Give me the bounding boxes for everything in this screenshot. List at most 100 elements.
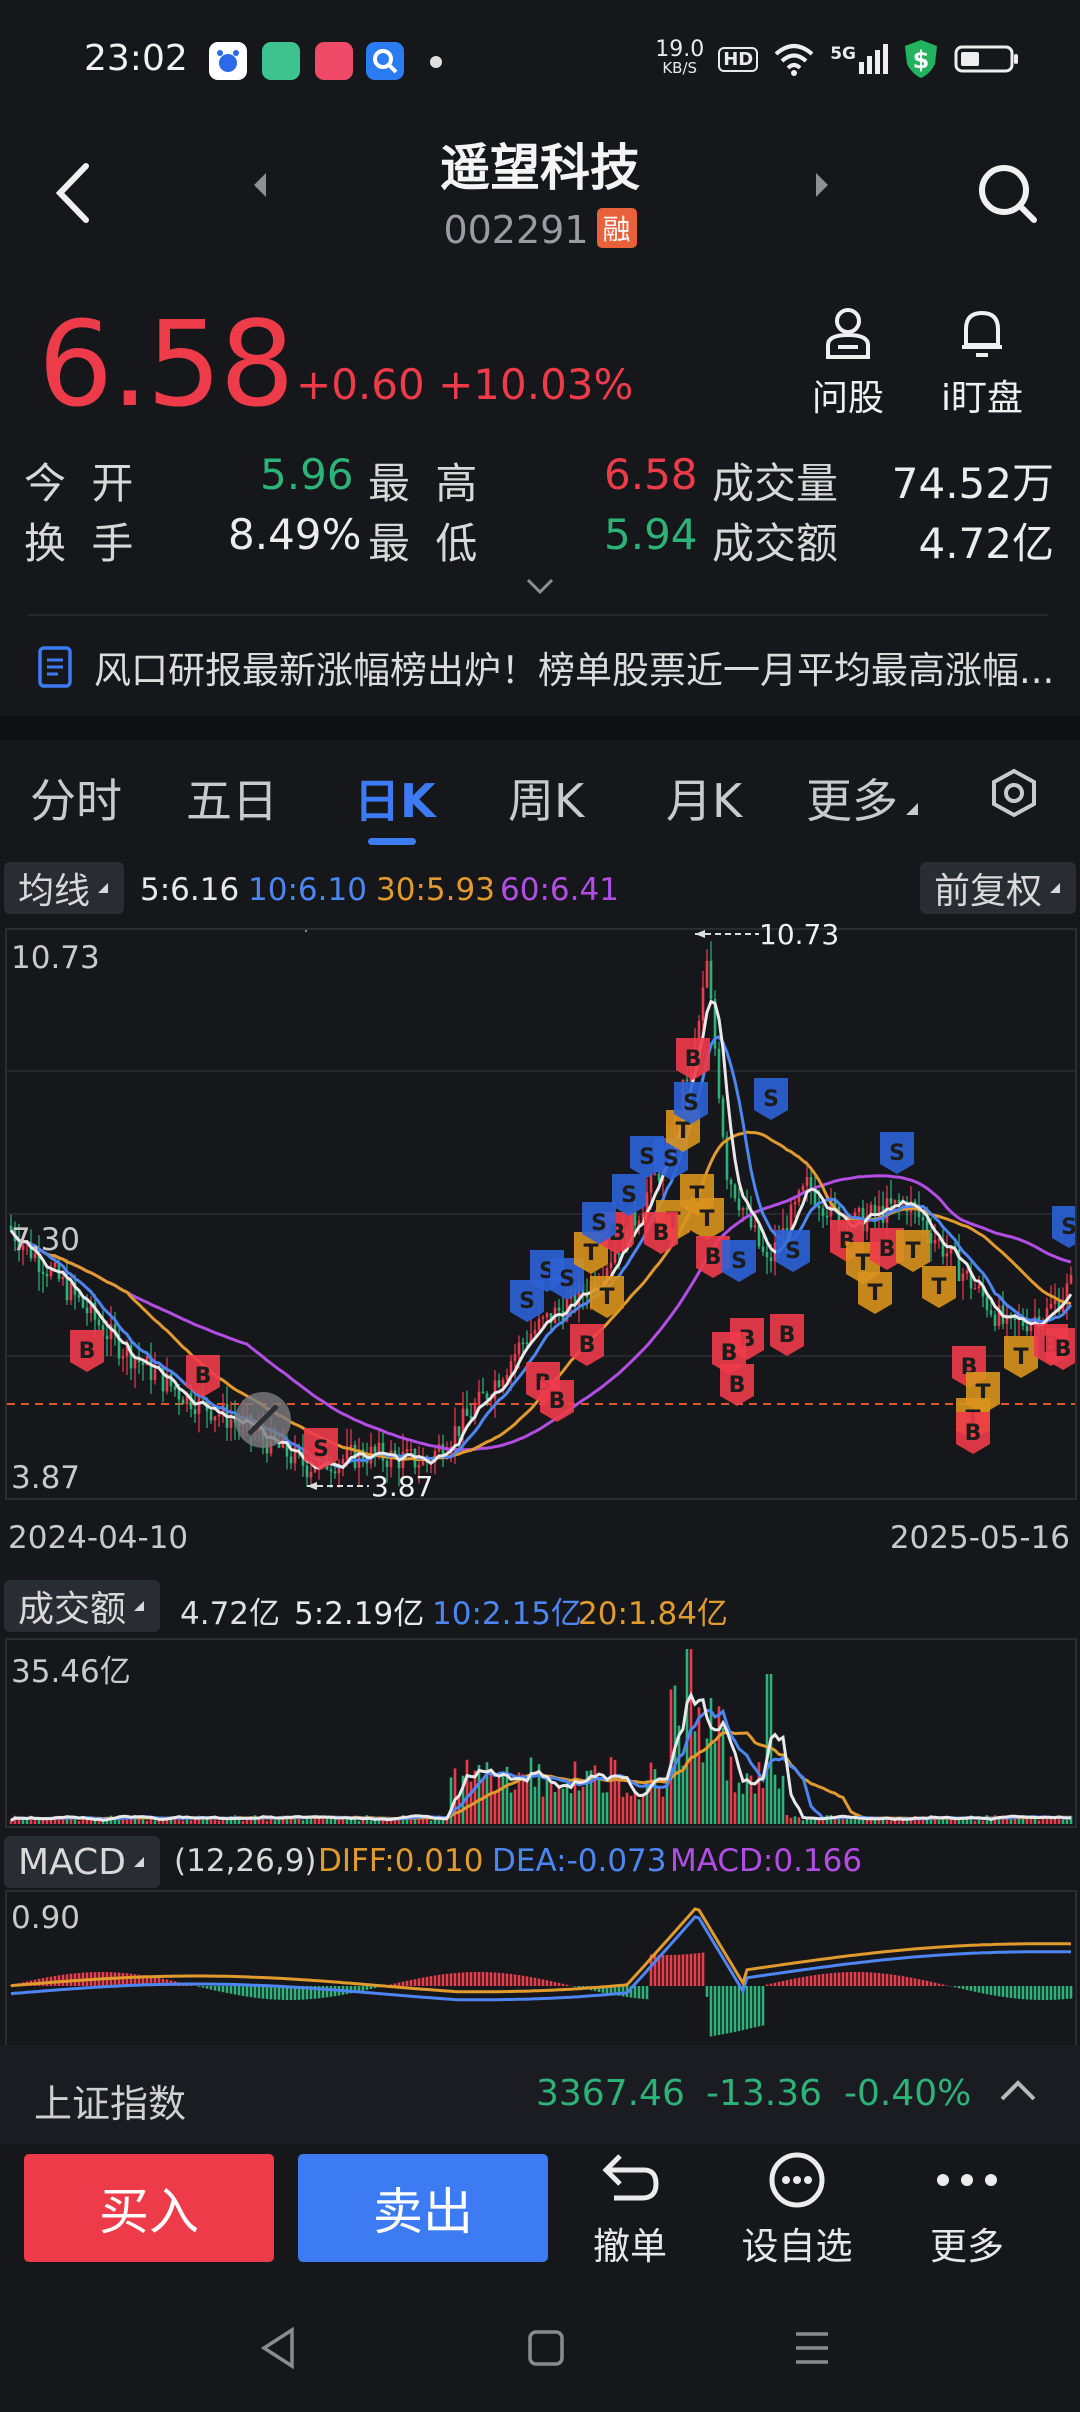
nav-recents-icon[interactable] [792,2328,832,2368]
macd-bar [945,1985,949,1986]
svg-text:B: B [579,1333,596,1358]
volume-bar [817,1820,821,1824]
buy-button[interactable]: 买入 [24,2154,274,2262]
tab-monthly-k[interactable]: 月K [666,765,742,831]
caret-icon [134,1601,145,1611]
volume-bar [721,1728,725,1824]
macd-chart[interactable]: 0.90 [5,1890,1077,2048]
macd-bar [665,1954,669,1986]
volume-bar [773,1774,777,1824]
volume-bar [613,1759,617,1824]
macd-bar [557,1982,561,1986]
volume-selector-button[interactable]: 成交额 [4,1580,161,1632]
adjust-selector-button[interactable]: 前复权 [919,862,1076,914]
kline-y-mid: 7.30 [11,1222,81,1258]
volume-bar [621,1796,625,1824]
nav-home-icon[interactable] [526,2328,566,2368]
chart-settings-icon[interactable] [988,767,1040,819]
macd-bar [1021,1986,1025,2000]
volume-chart[interactable]: 35.46亿 [5,1638,1077,1828]
index-ticker[interactable]: 上证指数 3367.46 -13.36 -0.40% [0,2045,1080,2145]
svg-text:T: T [699,1207,714,1232]
volume-bar [525,1775,529,1824]
macd-bar [829,1973,833,1986]
signal-marker: S [776,1230,810,1272]
ask-stock-button[interactable]: 问股 [788,305,908,421]
tab-intraday[interactable]: 分时 [30,765,122,831]
macd-bar [265,1986,269,2000]
svg-text:S: S [313,1437,329,1462]
macd-bar [1017,1986,1021,1999]
volume-value: 74.52万 [891,459,1054,508]
watch-button[interactable]: i盯盘 [922,305,1042,421]
svg-text:B: B [779,1323,796,1348]
signal-marker: B [540,1380,574,1422]
svg-text:S: S [559,1267,575,1292]
macd-bar [525,1976,529,1986]
tab-five-day[interactable]: 五日 [186,765,278,831]
volume-bar [473,1770,477,1824]
macd-bar [693,1953,697,1986]
volume-bar [709,1698,713,1824]
cancel-order-button[interactable]: 撤单 [565,2150,695,2270]
tab-more[interactable]: 更多 [806,765,920,831]
sell-button[interactable]: 卖出 [298,2154,548,2262]
macd-selector-button[interactable]: MACD [4,1836,160,1888]
tab-daily-k[interactable]: 日K [354,765,436,831]
macd-bar [257,1986,261,1999]
macd-bar [777,1981,781,1986]
more-button[interactable]: 更多 [902,2150,1032,2270]
macd-bar [705,1986,709,1997]
caret-icon [1050,883,1060,893]
macd-bar [713,1986,717,2036]
nav-back-icon[interactable] [258,2326,298,2370]
ma5-value: 5:6.16 [140,872,240,908]
volume-button-label: 成交额 [18,1589,127,1630]
volume-bar [369,1820,373,1824]
volume-bar [841,1818,845,1824]
expand-chevron-icon[interactable] [524,576,556,596]
signal-marker: B [770,1314,804,1356]
price-change: +0.60 +10.03% [296,360,633,409]
add-watchlist-button[interactable]: 设自选 [732,2150,862,2270]
kline-chart[interactable]: BBSSSSTTBBBBSSSSTBSTTTBBSSBBBBSBTTBTTSBT… [5,918,1077,1503]
macd-bar [853,1972,857,1986]
volume-bar [705,1738,709,1824]
volume-bar [273,1820,277,1824]
volume-bar [637,1799,641,1824]
macd-bar [721,1986,725,2035]
volume-bar [237,1819,241,1824]
volume-bar [641,1795,645,1824]
volume-bar [793,1816,797,1824]
volume-bar [661,1796,665,1824]
macd-bar [553,1981,557,1986]
volume-bar [361,1820,365,1824]
volume-bar [701,1762,705,1824]
adjust-button-label: 前复权 [933,871,1042,912]
signal-bar-icon [883,44,888,74]
volume-plot [9,1649,1073,1824]
volume-bar [957,1819,961,1824]
wifi-icon [774,44,814,76]
volume-bar [453,1768,457,1824]
next-stock-icon[interactable] [812,170,832,200]
tab-weekly-k[interactable]: 周K [508,765,584,831]
macd-bar [925,1980,929,1986]
macd-bar [1005,1986,1009,1998]
chevron-up-icon[interactable] [998,2077,1038,2103]
volume-bar [429,1820,433,1824]
news-banner[interactable]: 风口研报最新涨幅榜出炉！榜单股票近一月平均最高涨幅... [36,640,1054,694]
macd-bar [909,1977,913,1986]
volume-bar [777,1788,781,1824]
macd-bar [905,1976,909,1986]
search-icon[interactable] [976,162,1040,226]
macd-bar [397,1982,401,1986]
volume-bar [77,1820,81,1824]
macd-bar [833,1972,837,1986]
ma-selector-button[interactable]: 均线 [4,862,125,914]
signal-marker: S [1052,1206,1075,1248]
signal-marker: T [1004,1336,1038,1378]
volume-bar [1017,1818,1021,1824]
volume-bar [325,1817,329,1824]
macd-bar [417,1978,421,1986]
